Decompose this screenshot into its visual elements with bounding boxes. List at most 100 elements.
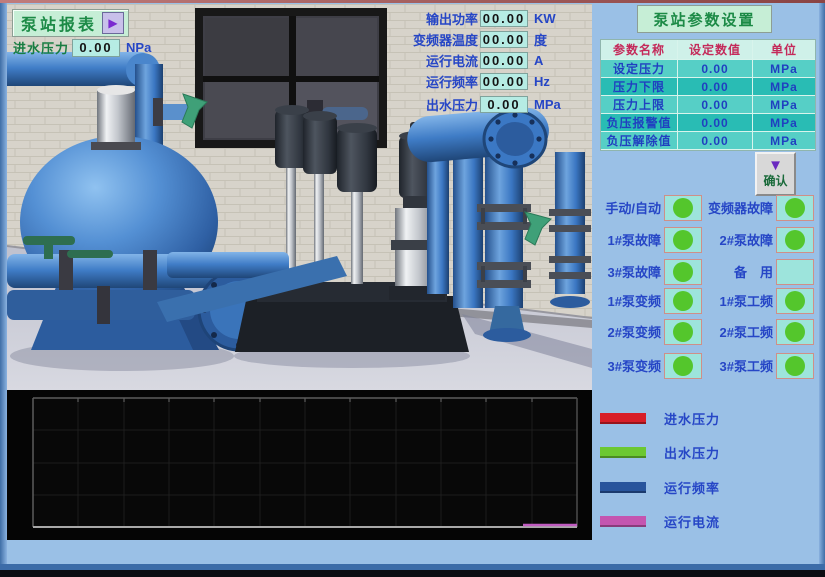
report-button[interactable]: 泵站报表 ▶ xyxy=(12,9,129,37)
indicator-dot xyxy=(785,198,805,218)
param-cell: MPa xyxy=(753,132,815,149)
readout-unit: 度 xyxy=(534,30,547,49)
trend-chart xyxy=(7,390,592,540)
status-indicator xyxy=(664,288,702,314)
readout-value: 00.00 xyxy=(480,73,528,90)
indicator-dot xyxy=(785,322,805,342)
status-indicator xyxy=(776,227,814,253)
readout-value: 00.00 xyxy=(480,31,528,48)
legend-item: 运行电流 xyxy=(600,511,720,531)
frame-left-border xyxy=(0,0,7,577)
indicator-dot xyxy=(673,356,693,376)
readouts-block: 输出功率00.00KW变频器温度00.00度运行电流00.00A运行频率00.0… xyxy=(392,10,592,94)
readout-label: 运行频率 xyxy=(392,72,478,91)
status-label: 3#泵工频 xyxy=(702,356,773,375)
readout-label: 变频器温度 xyxy=(392,30,478,49)
status-row: 1#泵变频 1#泵工频 xyxy=(595,287,814,314)
readout-row: 运行电流00.00A xyxy=(392,52,592,69)
param-cell: 设定压力 xyxy=(601,60,678,77)
param-cell: MPa xyxy=(753,96,815,113)
param-row: 压力下限0.00MPa xyxy=(601,78,815,96)
legend-color-bar xyxy=(600,516,646,527)
status-row: 手动/自动 变频器故障 xyxy=(595,194,814,221)
readout-label: 运行电流 xyxy=(392,51,478,70)
indicator-dot xyxy=(673,322,693,342)
indicator-dot xyxy=(673,198,693,218)
status-label: 2#泵工频 xyxy=(702,322,773,341)
inlet-pressure-unit: NPa xyxy=(126,40,151,55)
inlet-pressure-readout: 进水压力 0.00 NPa xyxy=(13,38,151,57)
readout-row: 输出功率00.00KW xyxy=(392,10,592,27)
inlet-pressure-label: 进水压力 xyxy=(13,38,69,57)
param-table-header-row: 参数名称设定数值单位 xyxy=(601,40,815,60)
status-label: 2#泵变频 xyxy=(595,322,661,341)
status-indicator xyxy=(776,319,814,345)
frame-top-border xyxy=(0,0,825,3)
readout-value: 00.00 xyxy=(480,10,528,27)
status-indicator xyxy=(776,288,814,314)
status-row: 2#泵变频 2#泵工频 xyxy=(595,318,814,345)
status-label: 手动/自动 xyxy=(595,198,661,217)
param-setpoint-cell[interactable]: 0.00 xyxy=(678,96,753,113)
param-setpoint-cell[interactable]: 0.00 xyxy=(678,78,753,95)
status-label: 1#泵工频 xyxy=(702,291,773,310)
status-label: 2#泵故障 xyxy=(702,230,773,249)
confirm-button[interactable]: ▼ 确认 xyxy=(755,152,796,196)
param-header-cell: 单位 xyxy=(753,40,815,59)
legend-color-bar xyxy=(600,447,646,458)
indicator-dot xyxy=(785,291,805,311)
legend-label: 出水压力 xyxy=(664,443,720,462)
status-label: 3#泵变频 xyxy=(595,356,661,375)
readout-value: 00.00 xyxy=(480,52,528,69)
param-cell: 负压解除值 xyxy=(601,132,678,149)
legend-color-bar xyxy=(600,482,646,493)
status-label: 变频器故障 xyxy=(702,198,773,217)
status-indicator xyxy=(664,353,702,379)
status-indicator xyxy=(664,319,702,345)
param-setpoint-cell[interactable]: 0.00 xyxy=(678,114,753,131)
param-header-cell: 参数名称 xyxy=(601,40,678,59)
status-indicator xyxy=(664,227,702,253)
param-setpoint-cell[interactable]: 0.00 xyxy=(678,132,753,149)
status-row: 3#泵故障备 用 xyxy=(595,258,814,285)
confirm-button-label: 确认 xyxy=(763,172,787,189)
param-cell: 压力上限 xyxy=(601,96,678,113)
outlet-pressure-readout: 出水压力 0.00 MPa xyxy=(392,96,592,117)
frame-bottom-edge xyxy=(0,570,825,577)
outlet-pressure-value: 0.00 xyxy=(480,96,528,113)
legend-label: 进水压力 xyxy=(664,409,720,428)
pump-station-hmi: 泵站报表 ▶ 进水压力 0.00 NPa 输出功率00.00KW变频器温度00.… xyxy=(0,0,825,577)
status-indicator xyxy=(776,195,814,221)
readout-row: 变频器温度00.00 度 xyxy=(392,31,592,48)
settings-panel-title: 泵站参数设置 xyxy=(637,5,772,33)
status-indicator xyxy=(664,259,702,285)
play-icon[interactable]: ▶ xyxy=(102,12,124,34)
legend-item: 出水压力 xyxy=(600,442,720,462)
status-indicator xyxy=(776,259,814,285)
param-cell: 压力下限 xyxy=(601,78,678,95)
outlet-pressure-unit: MPa xyxy=(534,97,561,112)
param-row: 压力上限0.00MPa xyxy=(601,96,815,114)
status-label: 1#泵故障 xyxy=(595,230,661,249)
indicator-dot xyxy=(785,356,805,376)
legend-item: 进水压力 xyxy=(600,408,720,428)
param-cell: MPa xyxy=(753,78,815,95)
status-indicator xyxy=(664,195,702,221)
param-cell: MPa xyxy=(753,114,815,131)
confirm-arrow-icon: ▼ xyxy=(768,159,783,172)
readout-unit: KW xyxy=(534,11,556,26)
param-cell: 负压报警值 xyxy=(601,114,678,131)
param-cell: MPa xyxy=(753,60,815,77)
param-setpoint-cell[interactable]: 0.00 xyxy=(678,60,753,77)
legend-color-bar xyxy=(600,413,646,424)
param-row: 负压解除值0.00MPa xyxy=(601,132,815,150)
frame-right-border xyxy=(819,0,825,577)
outlet-pressure-label: 出水压力 xyxy=(392,95,478,114)
status-label: 1#泵变频 xyxy=(595,291,661,310)
legend-label: 运行频率 xyxy=(664,478,720,497)
inlet-pressure-value: 0.00 xyxy=(72,39,120,57)
param-header-cell: 设定数值 xyxy=(678,40,753,59)
readout-row: 运行频率00.00Hz xyxy=(392,73,592,90)
status-row: 1#泵故障 2#泵故障 xyxy=(595,226,814,253)
status-indicator xyxy=(776,353,814,379)
